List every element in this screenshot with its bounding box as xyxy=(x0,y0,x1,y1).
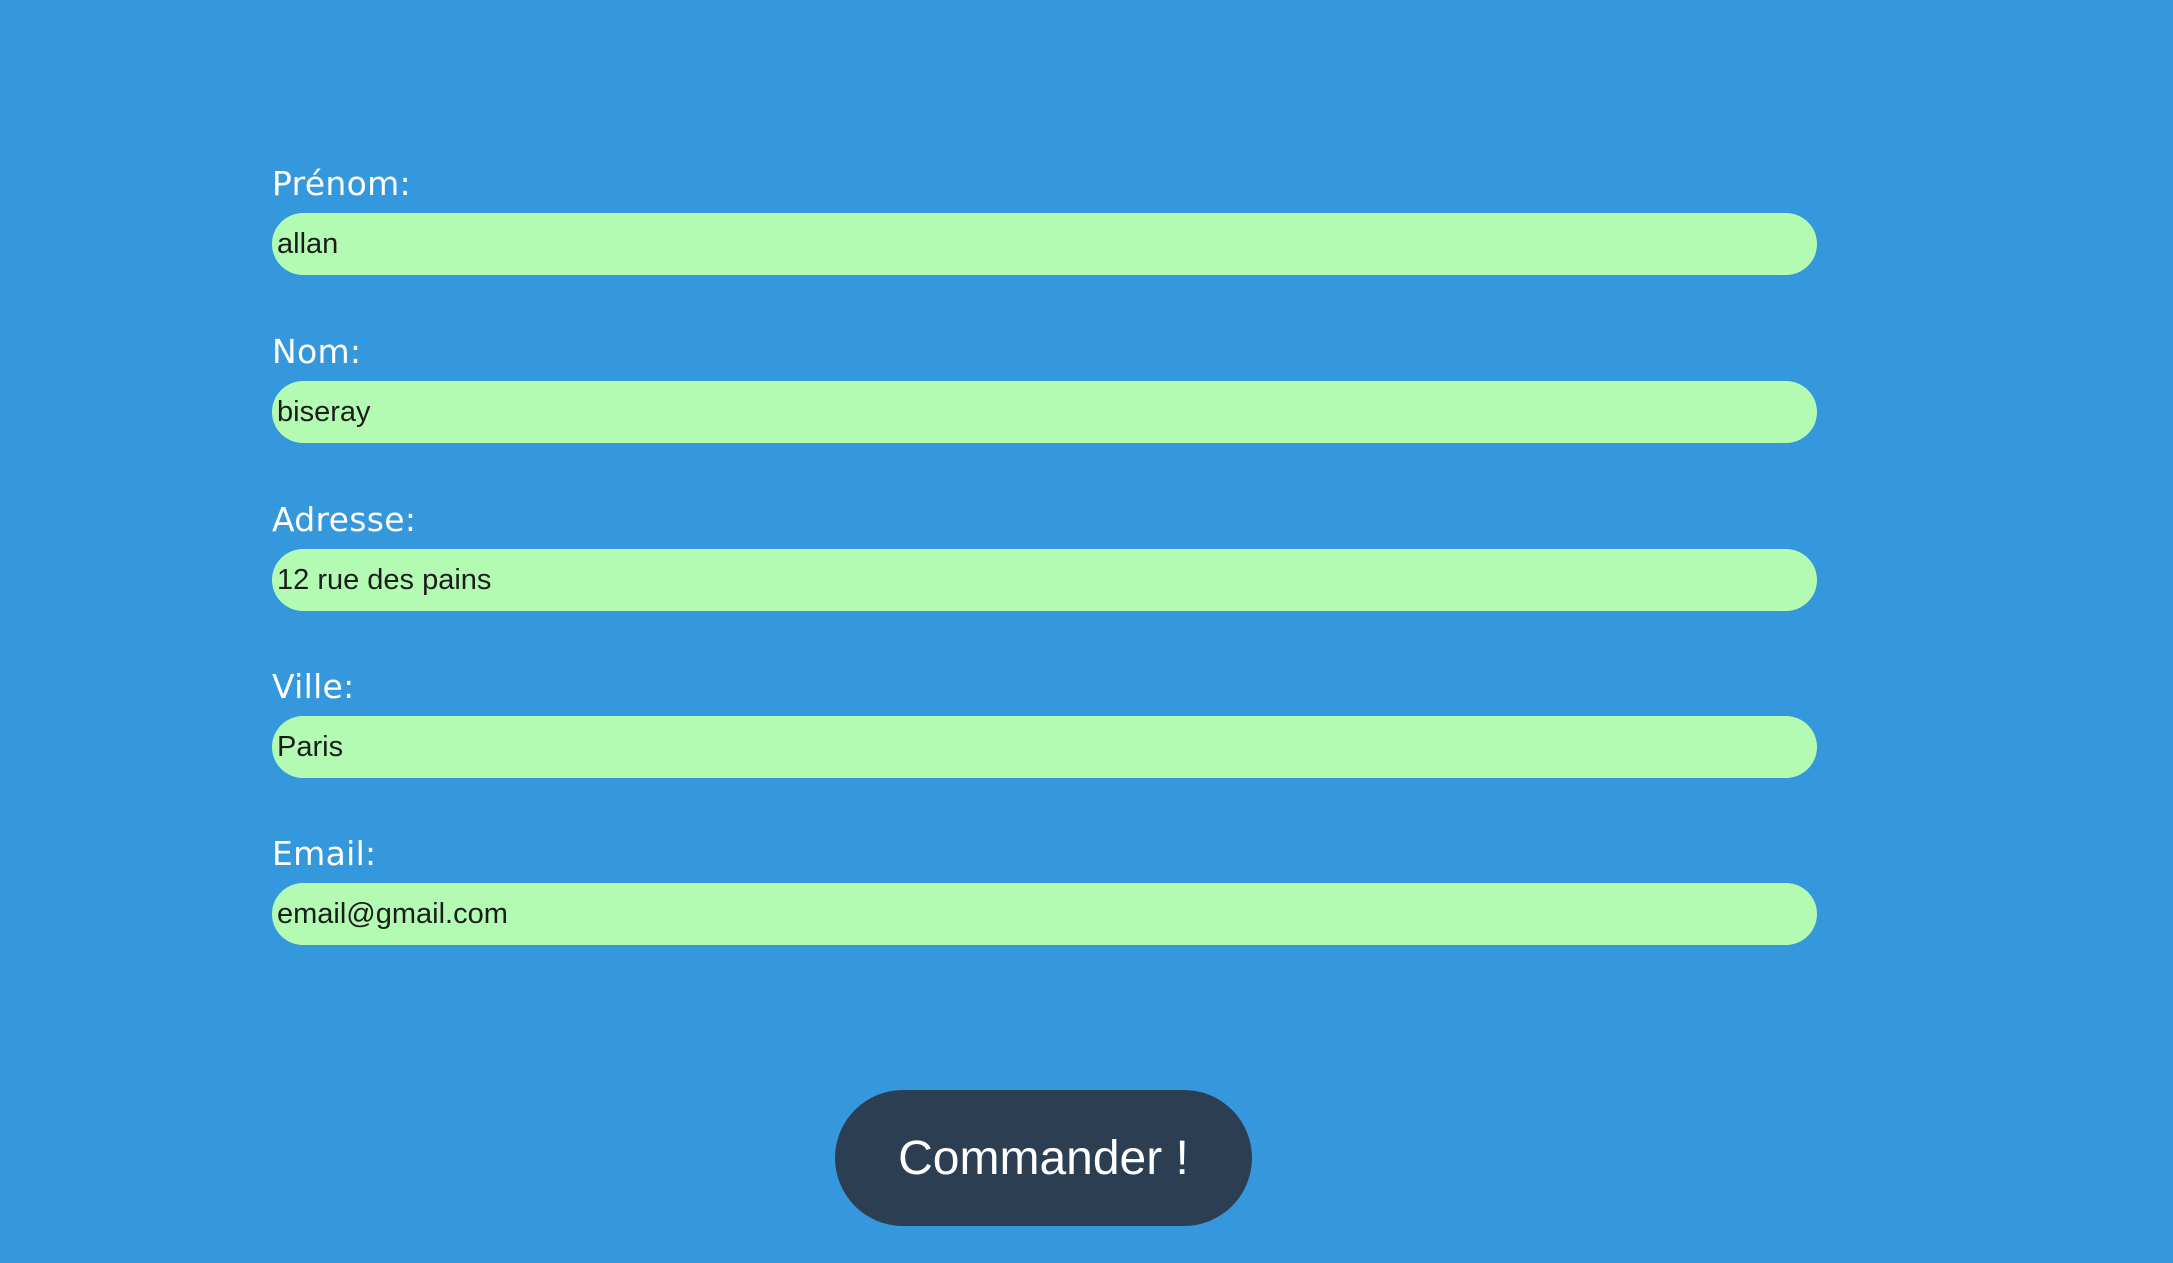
lastname-label: Nom: xyxy=(272,332,362,371)
email-label: Email: xyxy=(272,834,377,873)
address-field-group: Adresse: xyxy=(272,500,1817,620)
city-label: Ville: xyxy=(272,667,355,706)
address-label: Adresse: xyxy=(272,500,417,539)
firstname-input[interactable] xyxy=(272,213,1817,275)
city-field-group: Ville: xyxy=(272,667,1817,787)
address-input[interactable] xyxy=(272,549,1817,611)
firstname-label: Prénom: xyxy=(272,164,411,203)
lastname-input[interactable] xyxy=(272,381,1817,443)
city-input[interactable] xyxy=(272,716,1817,778)
email-field-group: Email: xyxy=(272,834,1817,954)
firstname-field-group: Prénom: xyxy=(272,164,1817,284)
order-submit-button[interactable]: Commander ! xyxy=(835,1090,1252,1226)
lastname-field-group: Nom: xyxy=(272,332,1817,452)
email-input[interactable] xyxy=(272,883,1817,945)
